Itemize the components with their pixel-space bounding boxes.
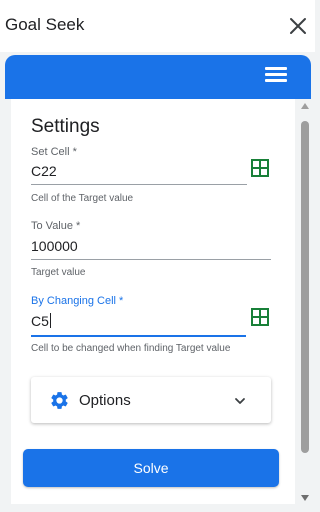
changing-cell-value: C5 — [31, 313, 49, 329]
set-cell-range-button[interactable] — [250, 158, 270, 178]
changing-cell-underline — [31, 335, 246, 337]
to-value-input[interactable]: 100000 — [31, 238, 78, 254]
options-expander[interactable]: Options — [31, 377, 271, 423]
set-cell-input[interactable]: C22 — [31, 163, 57, 179]
grid-range-icon — [251, 159, 269, 177]
set-cell-label: Set Cell * — [31, 146, 77, 158]
gear-icon — [51, 392, 68, 409]
set-cell-underline — [31, 184, 247, 185]
options-label: Options — [79, 392, 131, 409]
to-value-underline — [31, 259, 271, 260]
solve-button[interactable]: Solve — [23, 449, 279, 487]
changing-cell-input[interactable]: C5 — [31, 313, 51, 329]
close-icon — [290, 18, 306, 34]
scrollbar-thumb[interactable] — [301, 121, 309, 453]
chevron-down-icon — [235, 398, 245, 404]
text-caret — [49, 313, 51, 328]
scrollbar[interactable] — [298, 99, 311, 505]
to-value-helper: Target value — [31, 267, 86, 278]
app-header-bar — [5, 55, 311, 99]
window-title: Goal Seek — [5, 15, 85, 34]
changing-cell-label: By Changing Cell * — [31, 295, 124, 307]
window-titlebar: Goal Seek — [0, 0, 315, 52]
to-value-label: To Value * — [31, 220, 81, 232]
changing-cell-helper: Cell to be changed when finding Target v… — [31, 343, 231, 354]
scroll-down-arrow-icon[interactable] — [301, 495, 309, 501]
grid-range-icon — [251, 308, 269, 326]
menu-button[interactable] — [265, 67, 287, 87]
settings-title: Settings — [31, 116, 100, 137]
close-button[interactable] — [286, 14, 310, 38]
hamburger-menu-icon — [265, 67, 287, 70]
changing-cell-range-button[interactable] — [250, 307, 270, 327]
set-cell-helper: Cell of the Target value — [31, 193, 134, 204]
scroll-up-arrow-icon[interactable] — [301, 103, 309, 109]
